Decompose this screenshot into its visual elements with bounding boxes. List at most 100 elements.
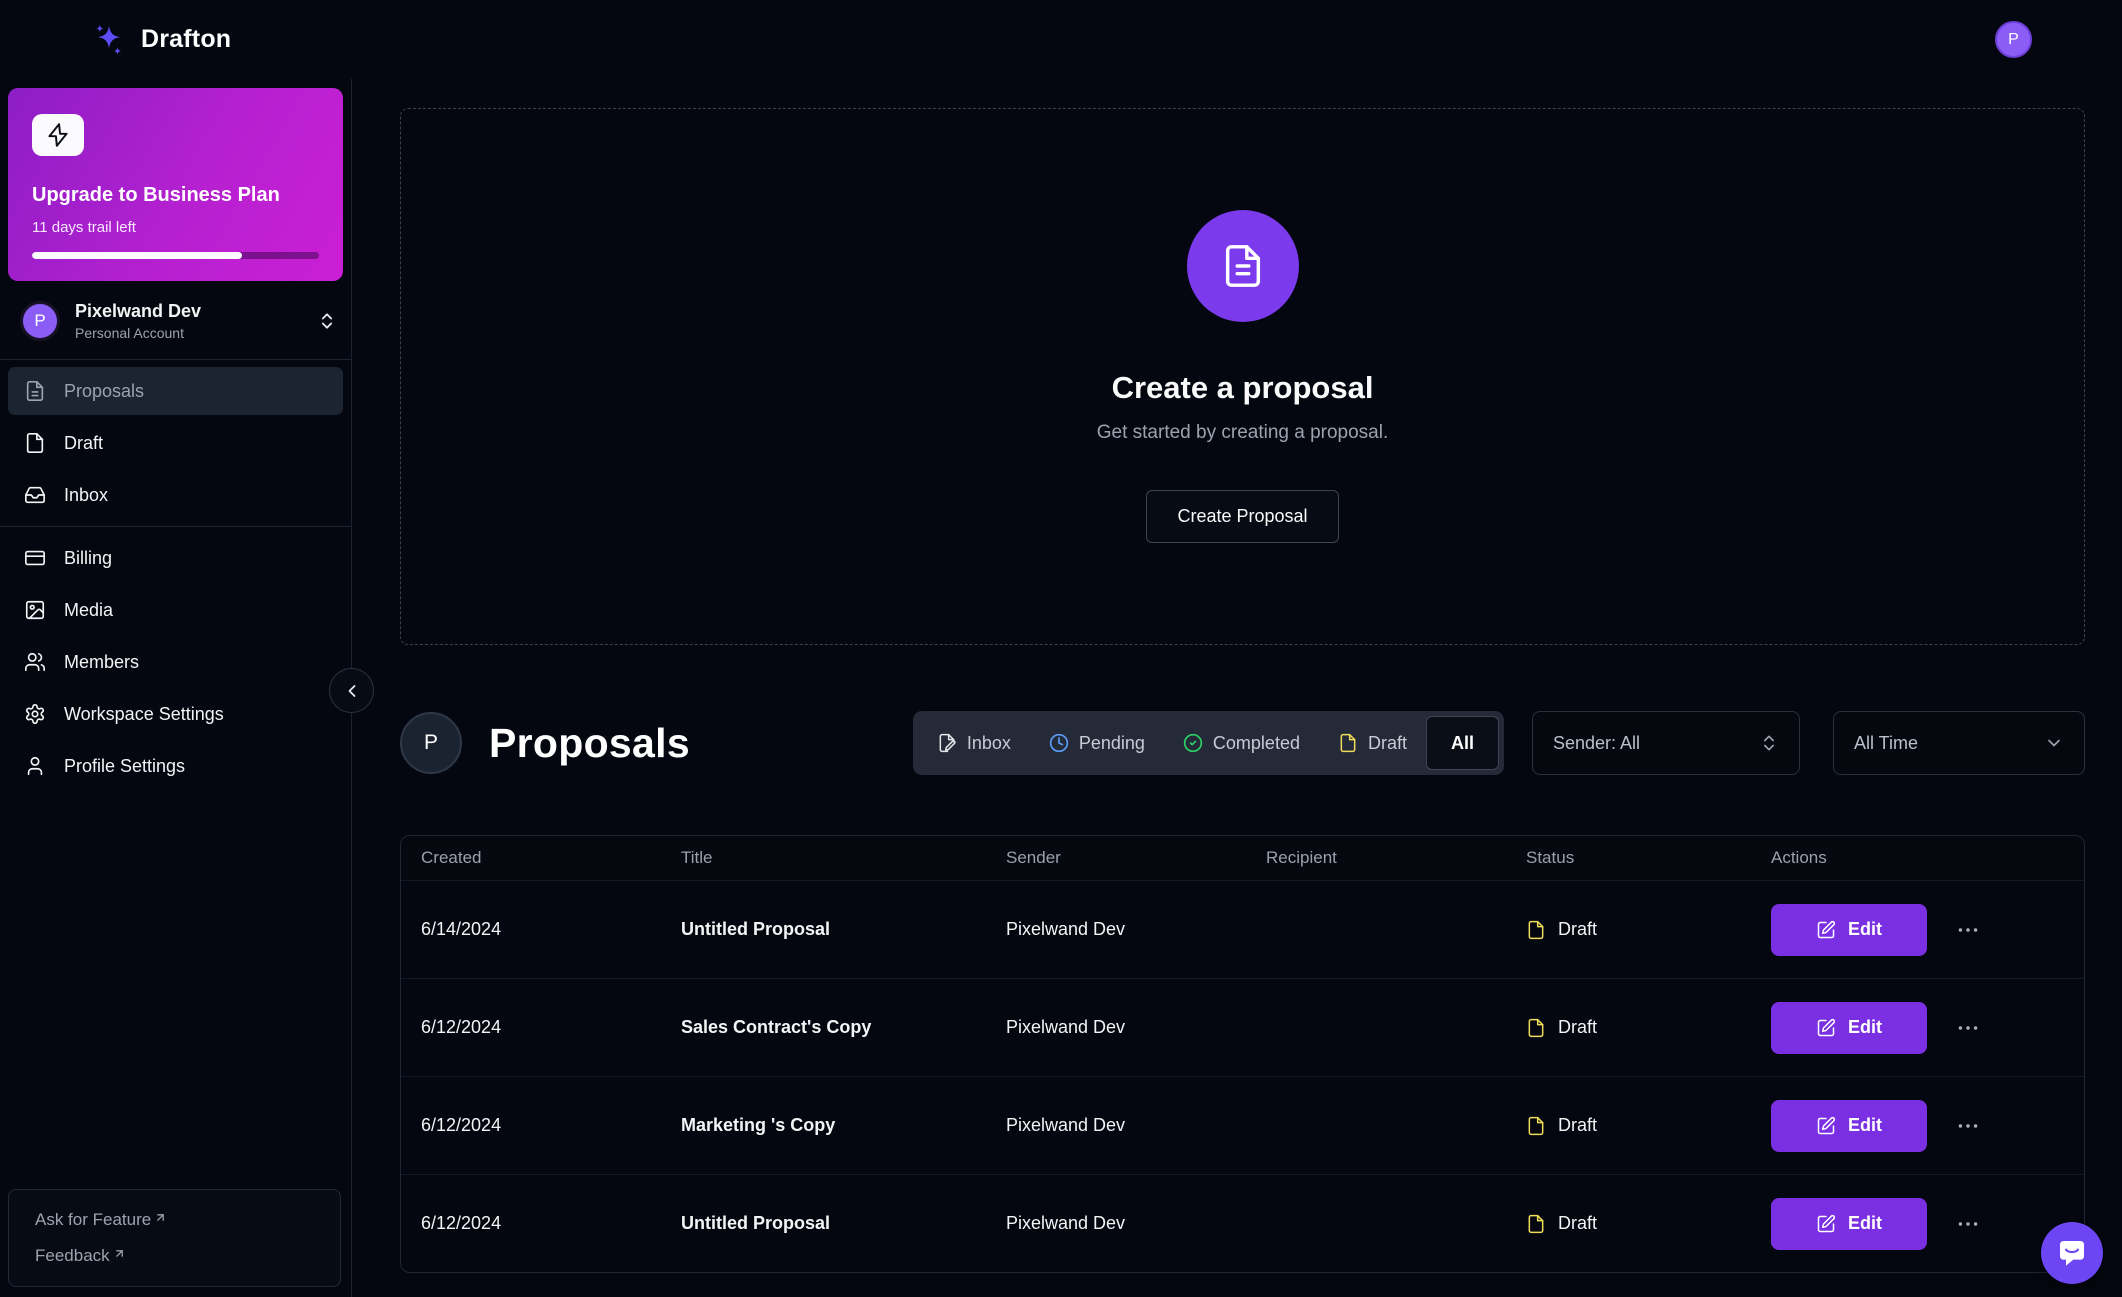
sidebar-item-label: Workspace Settings (64, 704, 224, 725)
tab-label: All (1451, 733, 1474, 754)
pencil-square-icon (1816, 920, 1836, 940)
cell-status: Draft (1526, 1213, 1771, 1234)
image-icon (24, 599, 46, 621)
proposals-header: P Proposals Inbox Pending (400, 711, 2085, 775)
status-badge: Draft (1558, 1115, 1597, 1136)
cell-actions: Edit (1771, 1100, 2084, 1152)
sidebar-item-label: Inbox (64, 485, 108, 506)
user-icon (24, 755, 46, 777)
sidebar-collapse-button[interactable] (329, 668, 374, 713)
status-badge: Draft (1558, 1213, 1597, 1234)
trial-progress-fill (32, 252, 242, 259)
tab-pending[interactable]: Pending (1030, 716, 1164, 770)
account-avatar: P (20, 301, 60, 341)
ellipsis-icon (1955, 1113, 1981, 1139)
feedback-link[interactable]: Feedback (35, 1246, 314, 1266)
chevron-left-icon (342, 681, 362, 701)
tab-label: Draft (1368, 733, 1407, 754)
chat-bubble-icon (2056, 1237, 2088, 1269)
sidebar: Upgrade to Business Plan 11 days trail l… (0, 79, 352, 1297)
arrow-up-right-icon (113, 1247, 126, 1260)
draft-file-icon (1526, 1116, 1546, 1136)
draft-file-icon (1526, 1018, 1546, 1038)
ellipsis-icon (1955, 1211, 1981, 1237)
cell-title: Untitled Proposal (681, 1213, 1006, 1234)
tab-completed[interactable]: Completed (1164, 716, 1319, 770)
column-header-sender: Sender (1006, 848, 1266, 868)
create-proposal-button[interactable]: Create Proposal (1146, 490, 1338, 543)
edit-button[interactable]: Edit (1771, 1100, 1927, 1152)
tab-draft[interactable]: Draft (1319, 716, 1426, 770)
sidebar-nav-secondary: Billing Media Members (0, 527, 351, 797)
brand-logo[interactable]: Drafton (90, 21, 231, 59)
workspace-avatar: P (400, 712, 462, 774)
sidebar-item-workspace-settings[interactable]: Workspace Settings (8, 690, 343, 738)
credit-card-icon (24, 547, 46, 569)
cell-actions: Edit (1771, 904, 2084, 956)
account-name: Pixelwand Dev (75, 301, 201, 322)
row-menu-button[interactable] (1955, 1113, 1981, 1139)
sidebar-item-label: Media (64, 600, 113, 621)
cell-status: Draft (1526, 919, 1771, 940)
page-title: Proposals (489, 720, 690, 767)
tab-all[interactable]: All (1426, 716, 1499, 770)
chevrons-up-down-icon (1759, 733, 1779, 753)
trial-progress-bar (32, 252, 319, 259)
edit-button[interactable]: Edit (1771, 1198, 1927, 1250)
footer-link-label: Ask for Feature (35, 1210, 151, 1230)
tab-inbox[interactable]: Inbox (918, 716, 1030, 770)
row-menu-button[interactable] (1955, 1211, 1981, 1237)
sidebar-item-billing[interactable]: Billing (8, 534, 343, 582)
lightning-icon (32, 114, 84, 156)
edit-button[interactable]: Edit (1771, 904, 1927, 956)
cell-actions: Edit (1771, 1002, 2084, 1054)
chevrons-up-down-icon (317, 311, 337, 331)
column-header-status: Status (1526, 848, 1771, 868)
chat-widget-button[interactable] (2041, 1222, 2103, 1284)
sidebar-item-draft[interactable]: Draft (8, 419, 343, 467)
cell-sender: Pixelwand Dev (1006, 1115, 1266, 1136)
account-switcher[interactable]: P Pixelwand Dev Personal Account (0, 281, 351, 359)
status-badge: Draft (1558, 919, 1597, 940)
row-menu-button[interactable] (1955, 1015, 1981, 1041)
arrow-up-right-icon (154, 1211, 167, 1224)
file-lines-icon (24, 380, 46, 402)
user-avatar[interactable]: P (1995, 21, 2032, 58)
edit-button[interactable]: Edit (1771, 1002, 1927, 1054)
footer-link-label: Feedback (35, 1246, 110, 1266)
empty-state-title: Create a proposal (1112, 370, 1374, 406)
sidebar-item-media[interactable]: Media (8, 586, 343, 634)
sidebar-item-members[interactable]: Members (8, 638, 343, 686)
row-menu-button[interactable] (1955, 917, 1981, 943)
edit-button-label: Edit (1848, 919, 1882, 940)
sidebar-item-label: Members (64, 652, 139, 673)
cell-created: 6/12/2024 (421, 1115, 681, 1136)
cell-created: 6/12/2024 (421, 1017, 681, 1038)
status-badge: Draft (1558, 1017, 1597, 1038)
column-header-created: Created (421, 848, 681, 868)
time-filter-select[interactable]: All Time (1833, 711, 2085, 775)
cell-title: Untitled Proposal (681, 919, 1006, 940)
inbox-icon (24, 484, 46, 506)
column-header-title: Title (681, 848, 1006, 868)
sidebar-item-proposals[interactable]: Proposals (8, 367, 343, 415)
sender-filter-select[interactable]: Sender: All (1532, 711, 1800, 775)
sidebar-item-profile-settings[interactable]: Profile Settings (8, 742, 343, 790)
sidebar-item-label: Proposals (64, 381, 144, 402)
sidebar-nav-primary: Proposals Draft Inbox (0, 360, 351, 526)
cell-title: Marketing 's Copy (681, 1115, 1006, 1136)
cell-sender: Pixelwand Dev (1006, 1017, 1266, 1038)
empty-state-subtitle: Get started by creating a proposal. (1097, 422, 1389, 444)
upgrade-banner[interactable]: Upgrade to Business Plan 11 days trail l… (8, 88, 343, 281)
tab-label: Pending (1079, 733, 1145, 754)
pencil-square-icon (1816, 1018, 1836, 1038)
table-row: 6/12/2024 Sales Contract's Copy Pixelwan… (401, 978, 2084, 1076)
ask-for-feature-link[interactable]: Ask for Feature (35, 1210, 314, 1230)
cell-created: 6/14/2024 (421, 919, 681, 940)
users-icon (24, 651, 46, 673)
check-circle-icon (1183, 733, 1203, 753)
file-icon (24, 432, 46, 454)
sidebar-item-inbox[interactable]: Inbox (8, 471, 343, 519)
cell-created: 6/12/2024 (421, 1213, 681, 1234)
chevron-down-icon (2044, 733, 2064, 753)
